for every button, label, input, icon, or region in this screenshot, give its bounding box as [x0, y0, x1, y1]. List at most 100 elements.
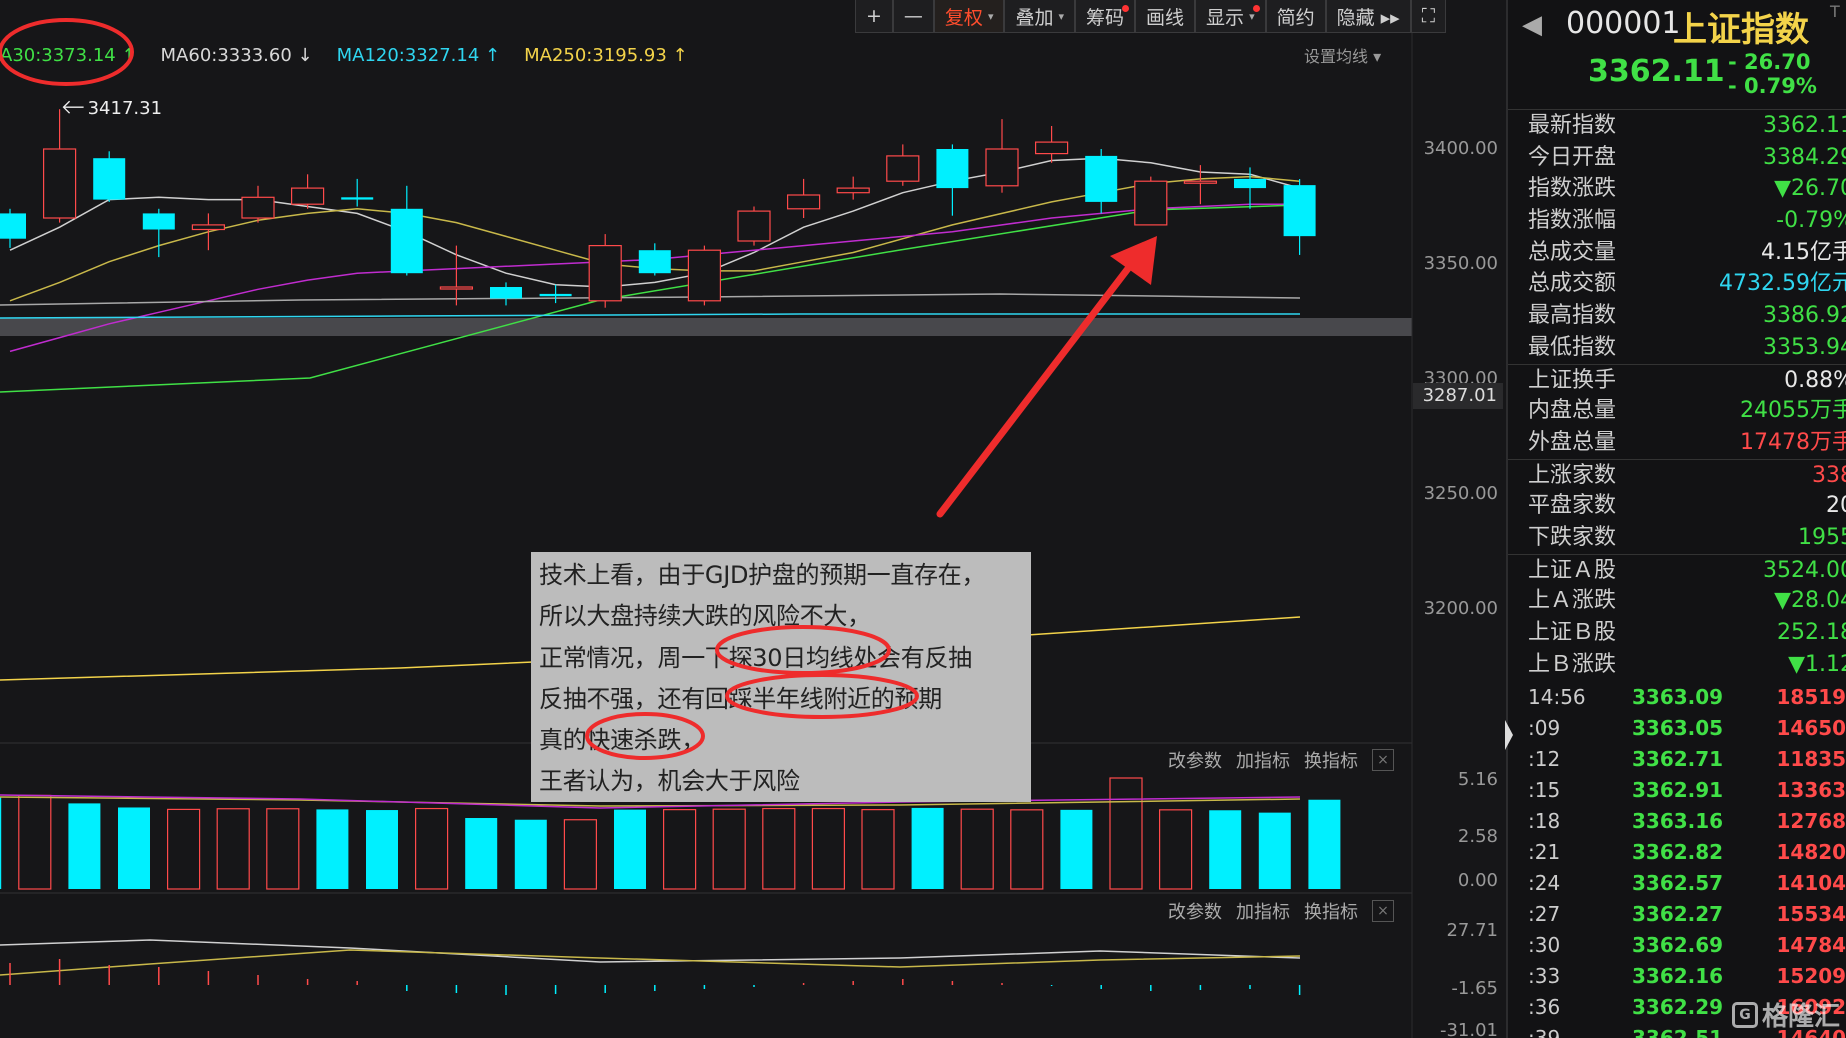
volume-bar-down	[0, 796, 2, 889]
candle-body-up	[439, 286, 473, 290]
kline-chart-svg[interactable]: 3417.31	[0, 0, 1505, 1038]
volume-bar-up	[563, 819, 598, 890]
trade-time: :30	[1528, 933, 1561, 957]
candle-body-up	[836, 187, 870, 194]
trade-time: :27	[1528, 902, 1561, 926]
notification-dot-icon	[1252, 5, 1260, 12]
quote-row-label: 总成交量	[1528, 239, 1617, 265]
back-arrow-icon[interactable]: ◀	[1522, 10, 1542, 40]
ma-legend-item: A30:3373.14 ↑	[0, 44, 137, 66]
trade-time: :36	[1528, 995, 1561, 1019]
trade-time: :12	[1528, 747, 1561, 771]
indicator-switch-button[interactable]: 换指标	[1304, 898, 1358, 924]
note-line: 王者认为，机会大于风险	[539, 767, 800, 796]
trade-row: :09 3363.05 146505	[1508, 713, 1846, 744]
volume-switch-indicator-button[interactable]: 换指标	[1304, 747, 1358, 773]
ma120-line	[0, 313, 1300, 319]
volume-axis-mid: 2.58	[1457, 826, 1498, 847]
change-value: - 26.70	[1728, 50, 1811, 74]
indicator-line-2	[0, 949, 1301, 976]
volume-axis-max: 5.16	[1457, 769, 1498, 790]
volume-bar-up	[861, 809, 895, 890]
ma-settings-button[interactable]: 设置均线 ▾	[1304, 43, 1381, 67]
volume-params-button[interactable]: 改参数	[1168, 747, 1222, 773]
trade-price: 3362.71	[1632, 747, 1724, 771]
trade-price: 3363.05	[1632, 716, 1724, 740]
volume-bar-down	[1258, 812, 1291, 889]
indicator-axis-min: -31.01	[1439, 1020, 1498, 1038]
volume-bar-down	[118, 807, 150, 889]
quote-row-value: 1955	[1798, 524, 1846, 550]
kline-chart-area[interactable]: 3417.31 + — 复权 ▾ 叠加 ▾ 筹码 画线 显示 ▾ 简约 隐藏 ▸▸ ⛶ A30:3373…	[0, 0, 1505, 1038]
trade-volume: 152092	[1776, 964, 1846, 988]
candle-body-up	[588, 245, 622, 302]
indicator-close-icon[interactable]: ×	[1372, 900, 1394, 922]
trade-volume: 148204	[1776, 840, 1846, 864]
indicator-panel-header: 改参数 加指标 换指标 ×	[1168, 898, 1394, 924]
toolbar-button-9[interactable]: ⛶	[1410, 0, 1447, 33]
candle-body-down	[490, 287, 522, 299]
candle-body-down	[638, 250, 671, 274]
quote-row-label: 今日开盘	[1528, 144, 1617, 170]
toolbar-button-8[interactable]: 隐藏 ▸▸	[1325, 0, 1411, 33]
indicator-add-button[interactable]: 加指标	[1236, 898, 1290, 924]
volume-bar-up	[415, 807, 449, 890]
price-axis-3400: 3400.00	[1423, 138, 1498, 159]
quote-row-value: 24055万手	[1740, 398, 1846, 424]
indicator-params-button[interactable]: 改参数	[1168, 898, 1222, 924]
trade-time: 14:56	[1528, 685, 1586, 709]
volume-bar-up	[960, 808, 994, 890]
volume-close-icon[interactable]: ×	[1372, 749, 1394, 771]
toolbar-button-4[interactable]: 筹码	[1075, 0, 1136, 33]
candle-body-up	[291, 187, 325, 205]
trade-volume: 141049	[1776, 871, 1846, 895]
toolbar-button-5[interactable]: 画线	[1135, 0, 1196, 33]
note-line: 所以大盘持续大跌的风险不大，	[539, 602, 871, 631]
candle-body-up	[191, 224, 225, 231]
candle-body-up	[737, 210, 771, 242]
volume-axis-zero: 0.00	[1457, 870, 1498, 891]
volume-add-indicator-button[interactable]: 加指标	[1236, 747, 1290, 773]
quote-row-value: 3362.11	[1763, 113, 1846, 138]
trade-volume: 155344	[1776, 902, 1846, 926]
quote-row-label: 外盘总量	[1528, 429, 1617, 455]
quote-row: 今日开盘 3384.29	[1508, 142, 1846, 174]
quote-row-value: 20	[1826, 493, 1846, 519]
toolbar-button-2[interactable]: 复权 ▾	[933, 0, 1005, 33]
trade-row: :24 3362.57 141049	[1508, 868, 1846, 899]
trade-price: 3362.16	[1632, 964, 1724, 988]
volume-bar-up	[1109, 777, 1143, 890]
toolbar-button-1[interactable]: —	[892, 0, 934, 33]
volume-panel-header: 改参数 加指标 换指标 ×	[1168, 747, 1394, 773]
quote-row-value: 3384.29	[1763, 144, 1846, 170]
toolbar-button-0[interactable]: +	[855, 0, 893, 33]
volume-bar-up	[216, 808, 250, 890]
trade-row: 14:56 3363.09 185196	[1508, 682, 1846, 713]
ma-legend-item: MA60:3333.60 ↓	[160, 44, 313, 66]
price-axis-3350: 3350.00	[1423, 253, 1498, 274]
candle-body-up	[786, 194, 821, 210]
trade-price: 3362.69	[1632, 933, 1724, 957]
toolbar-button-6[interactable]: 显示 ▾	[1195, 0, 1266, 33]
toolbar-button-label: +	[866, 5, 882, 27]
quote-row-value: 4.15亿手	[1761, 239, 1846, 265]
trade-row: :18 3363.16 127684	[1508, 806, 1846, 837]
toolbar-button-3[interactable]: 叠加 ▾	[1004, 0, 1076, 33]
volume-bar-up	[712, 808, 746, 890]
watermark-logo-icon: G	[1732, 1001, 1758, 1028]
quote-row-value: ▼1.12	[1788, 651, 1846, 677]
toolbar-button-label: 显示	[1206, 6, 1245, 29]
quote-row-label: 上证Ｂ股	[1528, 620, 1617, 645]
stock-code: 000001	[1566, 6, 1681, 41]
candle-body-up	[687, 249, 722, 302]
quote-row-value: 252.18	[1777, 620, 1846, 645]
volume-bar-up	[266, 808, 300, 890]
note-line: 正常情况，周一下探30日均线处会有反抽	[539, 643, 972, 672]
quote-row-value: 0.88%	[1784, 367, 1846, 393]
trade-time: :33	[1528, 964, 1561, 988]
toolbar-button-label: 隐藏 ▸▸	[1336, 6, 1400, 29]
candle-body-up	[1183, 180, 1218, 184]
quote-row-value: 3353.94	[1763, 334, 1846, 360]
volume-bar-down	[366, 810, 398, 889]
toolbar-button-7[interactable]: 简约	[1265, 0, 1326, 33]
